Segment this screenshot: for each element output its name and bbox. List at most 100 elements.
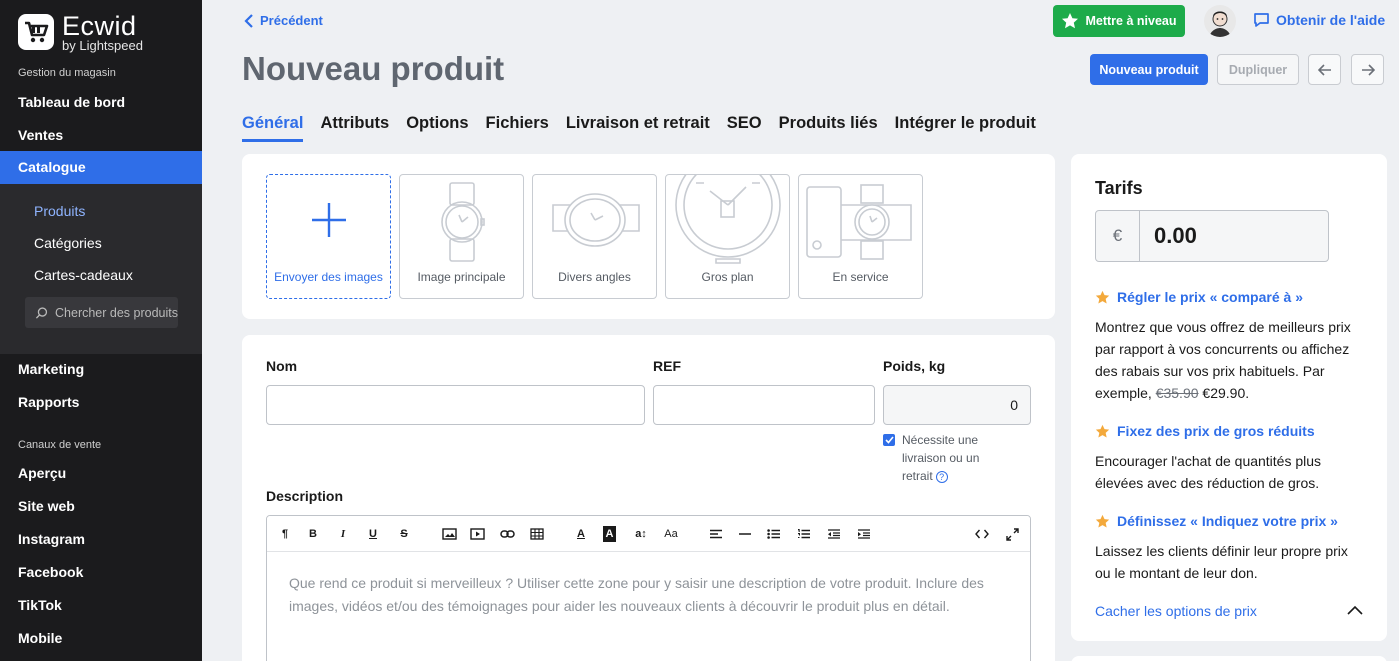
compare-new-price: €29.90. — [1202, 385, 1250, 401]
numbered-list-icon[interactable] — [797, 526, 811, 542]
weight-input[interactable] — [883, 385, 1031, 425]
sidebar-search-input[interactable]: Chercher des produits — [25, 297, 178, 328]
next-card-edge — [1071, 656, 1387, 661]
duplicate-button[interactable]: Dupliquer — [1217, 54, 1299, 85]
image-tile-closeup-label: Gros plan — [701, 270, 754, 284]
fullscreen-icon[interactable] — [1005, 526, 1019, 542]
sidebar-item-overview[interactable]: Aperçu — [0, 457, 202, 490]
pwyw-link[interactable]: Définissez « Indiquez votre prix » — [1095, 513, 1338, 529]
brand-subtitle: by Lightspeed — [62, 37, 143, 53]
background-color-icon[interactable]: A — [603, 526, 616, 542]
back-link[interactable]: Précédent — [244, 13, 323, 28]
sidebar-item-website[interactable]: Site web — [0, 490, 202, 523]
brand-logo[interactable]: Ecwid by Lightspeed — [18, 12, 143, 52]
sidebar: Ecwid by Lightspeed Gestion du magasin T… — [0, 0, 202, 661]
tab-embed-product[interactable]: Intégrer le produit — [895, 112, 1036, 142]
tab-related-products[interactable]: Produits liés — [779, 112, 878, 142]
sku-input[interactable] — [653, 385, 875, 425]
table-icon[interactable] — [529, 526, 544, 542]
bullet-list-icon[interactable] — [767, 526, 781, 542]
weight-label: Poids, kg — [883, 358, 946, 374]
image-tile-in-use-label: En service — [832, 270, 889, 284]
upgrade-button[interactable]: Mettre à niveau — [1053, 5, 1185, 37]
chevron-up-icon[interactable] — [1346, 604, 1364, 616]
cart-logo-icon — [18, 14, 54, 50]
upload-images-label: Envoyer des images — [274, 270, 383, 284]
sidebar-group-store: Gestion du magasin — [18, 67, 116, 79]
sidebar-item-mobile[interactable]: Mobile — [0, 622, 202, 655]
outdent-icon[interactable] — [827, 526, 841, 542]
sidebar-subitem-categories[interactable]: Catégories — [34, 235, 102, 251]
sidebar-item-reports[interactable]: Rapports — [0, 386, 202, 419]
horizontal-line-icon[interactable] — [738, 526, 752, 542]
sidebar-item-facebook[interactable]: Facebook — [0, 556, 202, 589]
tab-options[interactable]: Options — [406, 112, 468, 142]
font-family-icon[interactable]: Aa — [663, 526, 679, 542]
main-content: Précédent Nouveau produit Mettre à nivea… — [202, 0, 1399, 661]
sidebar-item-sales[interactable]: Ventes — [0, 119, 202, 152]
upload-images-button[interactable]: Envoyer des images — [266, 174, 391, 299]
bulk-price-description: Encourager l'achat de quantités plus éle… — [1095, 453, 1322, 491]
description-editor[interactable]: ¶ B I U S A A a↕ Aa Que rend ce produit … — [266, 515, 1031, 661]
tab-seo[interactable]: SEO — [727, 112, 762, 142]
tab-attributes[interactable]: Attributs — [320, 112, 389, 142]
editor-toolbar: ¶ B I U S A A a↕ Aa — [267, 516, 1030, 552]
question-icon[interactable]: ? — [935, 470, 948, 483]
image-tile-angles[interactable]: Divers angles — [532, 174, 657, 299]
italic-icon[interactable]: I — [337, 526, 349, 542]
chevron-left-icon — [244, 13, 253, 28]
compare-price-description: Montrez que vous offrez de meilleurs pri… — [1095, 316, 1365, 404]
sidebar-subitem-products[interactable]: Produits — [34, 203, 85, 219]
strikethrough-icon[interactable]: S — [397, 526, 411, 542]
sidebar-subitem-gift-cards[interactable]: Cartes-cadeaux — [34, 267, 133, 283]
sidebar-item-catalog[interactable]: Catalogue — [0, 151, 202, 184]
arrow-right-icon — [1361, 63, 1375, 76]
product-tabs: Général Attributs Options Fichiers Livra… — [242, 112, 1053, 142]
sidebar-item-marketing[interactable]: Marketing — [0, 353, 202, 386]
help-label: Obtenir de l'aide — [1276, 12, 1386, 28]
user-avatar[interactable] — [1204, 5, 1236, 37]
code-view-icon[interactable] — [974, 526, 990, 542]
check-icon — [884, 436, 894, 444]
video-icon[interactable] — [470, 526, 485, 542]
name-input[interactable] — [266, 385, 645, 425]
bulk-price-link[interactable]: Fixez des prix de gros réduits — [1095, 423, 1315, 439]
currency-symbol: € — [1096, 211, 1140, 261]
image-tile-in-use[interactable]: En service — [798, 174, 923, 299]
star-icon — [1095, 514, 1110, 527]
pwyw-description: Laissez les clients définir leur propre … — [1095, 543, 1348, 581]
paragraph-icon[interactable]: ¶ — [279, 526, 291, 542]
new-product-button[interactable]: Nouveau produit — [1090, 54, 1208, 85]
indent-icon[interactable] — [857, 526, 871, 542]
image-tile-main-label: Image principale — [417, 270, 506, 284]
underline-icon[interactable]: U — [367, 526, 379, 542]
image-tile-closeup[interactable]: Gros plan — [665, 174, 790, 299]
align-left-icon[interactable] — [709, 526, 723, 542]
compare-price-link[interactable]: Régler le prix « comparé à » — [1095, 289, 1303, 305]
help-link[interactable]: Obtenir de l'aide — [1253, 12, 1385, 28]
shipping-checkbox-label: Nécessite une livraison ou un retrait? — [902, 431, 1012, 485]
tab-general[interactable]: Général — [242, 112, 304, 142]
name-label: Nom — [266, 358, 298, 374]
sidebar-item-instagram[interactable]: Instagram — [0, 523, 202, 556]
shipping-checkbox[interactable] — [883, 434, 895, 446]
font-size-icon[interactable]: a↕ — [633, 526, 649, 542]
bulk-price-title: Fixez des prix de gros réduits — [1117, 423, 1315, 439]
image-tile-main[interactable]: Image principale — [399, 174, 524, 299]
bold-icon[interactable]: B — [307, 526, 319, 542]
pricing-card: Tarifs € 0.00 Régler le prix « comparé à… — [1071, 154, 1387, 641]
tab-files[interactable]: Fichiers — [486, 112, 549, 142]
sidebar-item-tiktok[interactable]: TikTok — [0, 589, 202, 622]
text-color-icon[interactable]: A — [575, 526, 587, 542]
prev-product-button[interactable] — [1308, 54, 1341, 85]
sidebar-search-placeholder: Chercher des produits — [55, 305, 178, 320]
sku-label: REF — [653, 358, 681, 374]
tab-shipping[interactable]: Livraison et retrait — [566, 112, 710, 142]
images-card: Envoyer des images Image principale Dive… — [242, 154, 1055, 319]
hide-price-options-link[interactable]: Cacher les options de prix — [1095, 603, 1257, 619]
link-icon[interactable] — [500, 526, 515, 542]
sidebar-item-dashboard[interactable]: Tableau de bord — [0, 86, 202, 119]
next-product-button[interactable] — [1351, 54, 1384, 85]
price-input[interactable]: € 0.00 — [1095, 210, 1329, 262]
image-icon[interactable] — [442, 526, 457, 542]
